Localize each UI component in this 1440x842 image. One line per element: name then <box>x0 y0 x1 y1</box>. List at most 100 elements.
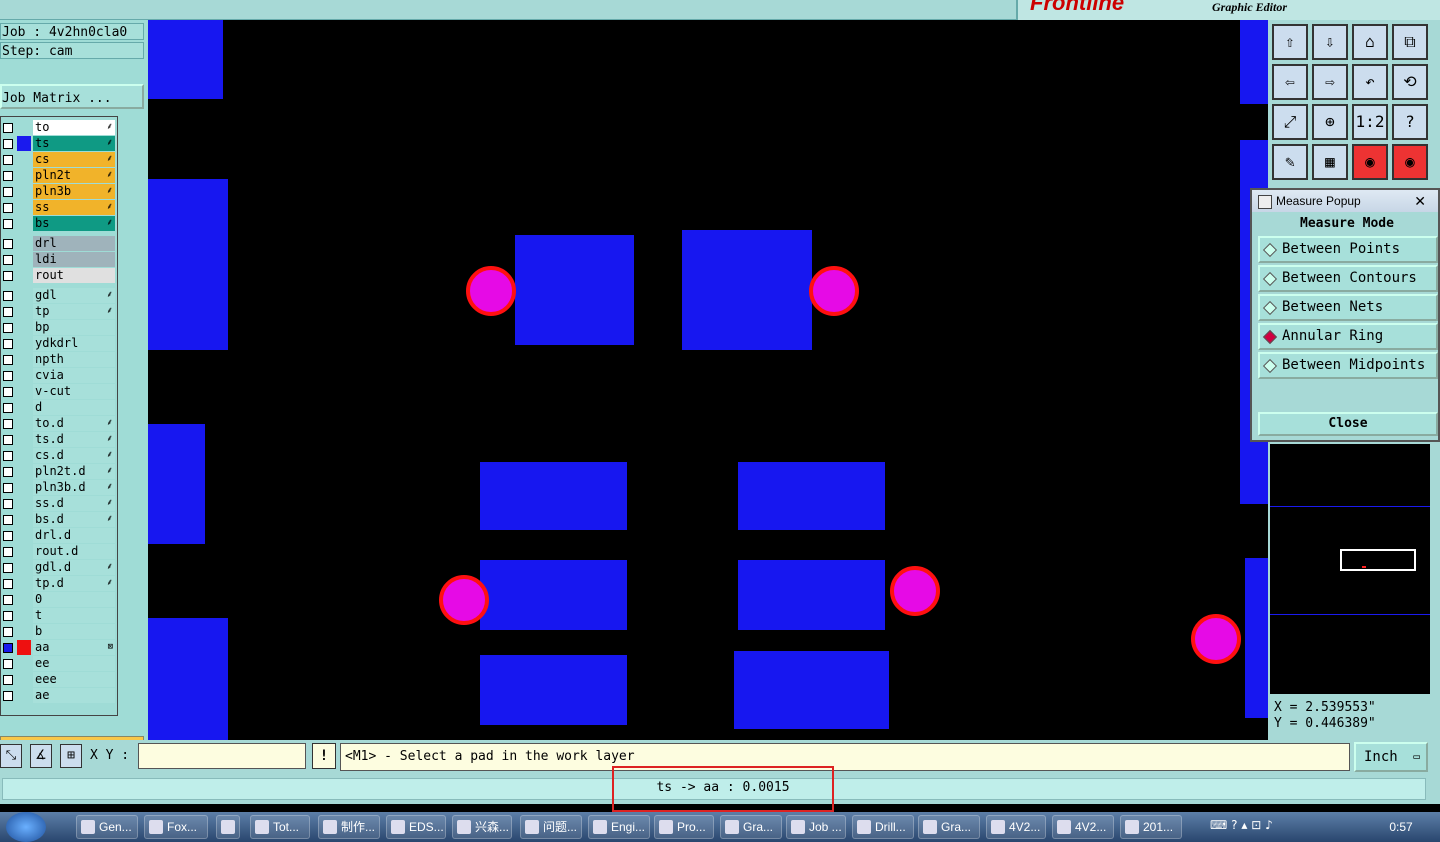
taskbar-item[interactable]: 201... <box>1120 815 1182 839</box>
pad-shape[interactable] <box>148 424 205 544</box>
overview-window[interactable] <box>1270 444 1430 694</box>
layer-name[interactable]: b <box>33 624 115 639</box>
layer-name[interactable]: 0 <box>33 592 115 607</box>
layer-row[interactable]: pln3b ⸙ <box>1 184 119 199</box>
via-pad[interactable] <box>439 575 489 625</box>
layer-name[interactable]: rout.d <box>33 544 115 559</box>
via-pad[interactable] <box>466 266 516 316</box>
layer-name[interactable]: aa <box>33 640 115 655</box>
layer-checkbox[interactable] <box>3 563 13 573</box>
layer-checkbox[interactable] <box>3 139 13 149</box>
taskbar-item[interactable]: Gen... <box>76 815 138 839</box>
layer-checkbox[interactable] <box>3 123 13 133</box>
arrow-up-icon[interactable]: ▴ <box>1241 818 1247 832</box>
layer-row[interactable]: drl.d <box>1 528 119 543</box>
measure-option-between-midpoints[interactable]: Between Midpoints <box>1258 352 1438 379</box>
layer-checkbox[interactable] <box>3 611 13 621</box>
scale-1-2-icon[interactable]: 1:2 <box>1352 104 1388 140</box>
fit-all-icon[interactable]: ⤢ <box>1272 104 1308 140</box>
layer-checkbox[interactable] <box>3 515 13 525</box>
layer-name[interactable]: cvia <box>33 368 115 383</box>
measure-option-between-nets[interactable]: Between Nets <box>1258 294 1438 321</box>
layer-row[interactable]: cvia <box>1 368 119 383</box>
measure-layer-icon[interactable]: ◉ <box>1392 144 1428 180</box>
layer-row[interactable]: pln2t ⸙ <box>1 168 119 183</box>
layer-checkbox[interactable] <box>3 435 13 445</box>
job-matrix-button[interactable]: Job Matrix ... <box>0 84 144 109</box>
layer-row[interactable]: ss ⸙ <box>1 200 119 215</box>
taskbar-item[interactable]: Gra... <box>918 815 980 839</box>
layer-row[interactable]: ydkdrl <box>1 336 119 351</box>
home-icon[interactable]: ⌂ <box>1352 24 1388 60</box>
layer-name[interactable]: ss.d <box>33 496 115 511</box>
pad-shape[interactable] <box>148 618 228 740</box>
pan-down-icon[interactable]: ⇩ <box>1312 24 1348 60</box>
taskbar-item[interactable]: EDS... <box>386 815 446 839</box>
xy-input[interactable] <box>138 743 306 769</box>
layer-checkbox[interactable] <box>3 579 13 589</box>
keyboard-icon[interactable]: ⌨ <box>1210 818 1227 832</box>
taskbar-item[interactable]: 兴森... <box>452 815 512 839</box>
layer-checkbox[interactable] <box>3 483 13 493</box>
pad-shape[interactable] <box>682 230 812 350</box>
via-pad[interactable] <box>890 566 940 616</box>
taskbar-item[interactable]: Gra... <box>720 815 782 839</box>
taskbar-item[interactable]: 4V2... <box>986 815 1046 839</box>
layer-checkbox[interactable] <box>3 595 13 605</box>
layer-row[interactable]: eee <box>1 672 119 687</box>
layer-row[interactable]: to ⸙ <box>1 120 119 135</box>
pad-shape[interactable] <box>148 20 223 99</box>
layer-row[interactable]: ss.d ⸙ <box>1 496 119 511</box>
popup-titlebar[interactable]: Measure Popup ✕ <box>1252 190 1438 212</box>
pad-shape[interactable] <box>480 655 627 725</box>
layer-row[interactable]: tp ⸙ <box>1 304 119 319</box>
layer-row[interactable]: ts.d ⸙ <box>1 432 119 447</box>
snap-icon[interactable]: ✎ <box>1272 144 1308 180</box>
layer-name[interactable]: cs.d <box>33 448 115 463</box>
layer-name[interactable]: t <box>33 608 115 623</box>
start-button[interactable] <box>6 812 46 842</box>
layer-row[interactable]: cs ⸙ <box>1 152 119 167</box>
layer-name[interactable]: ae <box>33 688 115 703</box>
layer-checkbox[interactable] <box>3 467 13 477</box>
layer-row[interactable]: pln2t.d ⸙ <box>1 464 119 479</box>
pan-left-icon[interactable]: ⇦ <box>1272 64 1308 100</box>
layer-row[interactable]: v-cut <box>1 384 119 399</box>
system-tray[interactable]: ⌨ ? ▴ ⊡ ♪ <box>1210 818 1370 836</box>
layer-name[interactable]: ldi <box>33 252 115 267</box>
layer-checkbox[interactable] <box>3 531 13 541</box>
layer-row[interactable]: bp <box>1 320 119 335</box>
layer-name[interactable]: gdl <box>33 288 115 303</box>
layer-name[interactable]: ydkdrl <box>33 336 115 351</box>
layer-row[interactable]: npth <box>1 352 119 367</box>
pad-shape[interactable] <box>734 651 889 729</box>
taskbar-item[interactable] <box>216 815 240 839</box>
pan-right-icon[interactable]: ⇨ <box>1312 64 1348 100</box>
layer-name[interactable]: gdl.d <box>33 560 115 575</box>
network-icon[interactable]: ⊡ <box>1251 818 1261 832</box>
measure-option-between-contours[interactable]: Between Contours <box>1258 265 1438 292</box>
layer-name[interactable]: npth <box>33 352 115 367</box>
volume-icon[interactable]: ♪ <box>1265 818 1273 832</box>
zoom-window-icon[interactable]: ⧉ <box>1392 24 1428 60</box>
measure-net-icon[interactable]: ◉ <box>1352 144 1388 180</box>
layer-name[interactable]: to.d <box>33 416 115 431</box>
taskbar-item[interactable]: 问题... <box>520 815 582 839</box>
layer-row[interactable]: tp.d ⸙ <box>1 576 119 591</box>
layer-row[interactable]: d <box>1 400 119 415</box>
info-button[interactable]: ! <box>312 743 336 769</box>
taskbar-item[interactable]: Drill... <box>852 815 914 839</box>
layer-checkbox[interactable] <box>3 155 13 165</box>
pad-shape[interactable] <box>738 462 885 530</box>
layer-row[interactable]: rout.d <box>1 544 119 559</box>
pad-shape[interactable] <box>480 462 627 530</box>
graphic-canvas[interactable] <box>148 20 1268 740</box>
taskbar-item[interactable]: 制作... <box>318 815 380 839</box>
layer-row[interactable]: ee <box>1 656 119 671</box>
layer-row[interactable]: ldi <box>1 252 119 267</box>
layer-row[interactable]: cs.d ⸙ <box>1 448 119 463</box>
layer-checkbox[interactable] <box>3 547 13 557</box>
layer-name[interactable]: pln3b.d <box>33 480 115 495</box>
layer-checkbox[interactable] <box>3 643 13 653</box>
angle-tool-icon[interactable]: ∡ <box>30 744 52 768</box>
